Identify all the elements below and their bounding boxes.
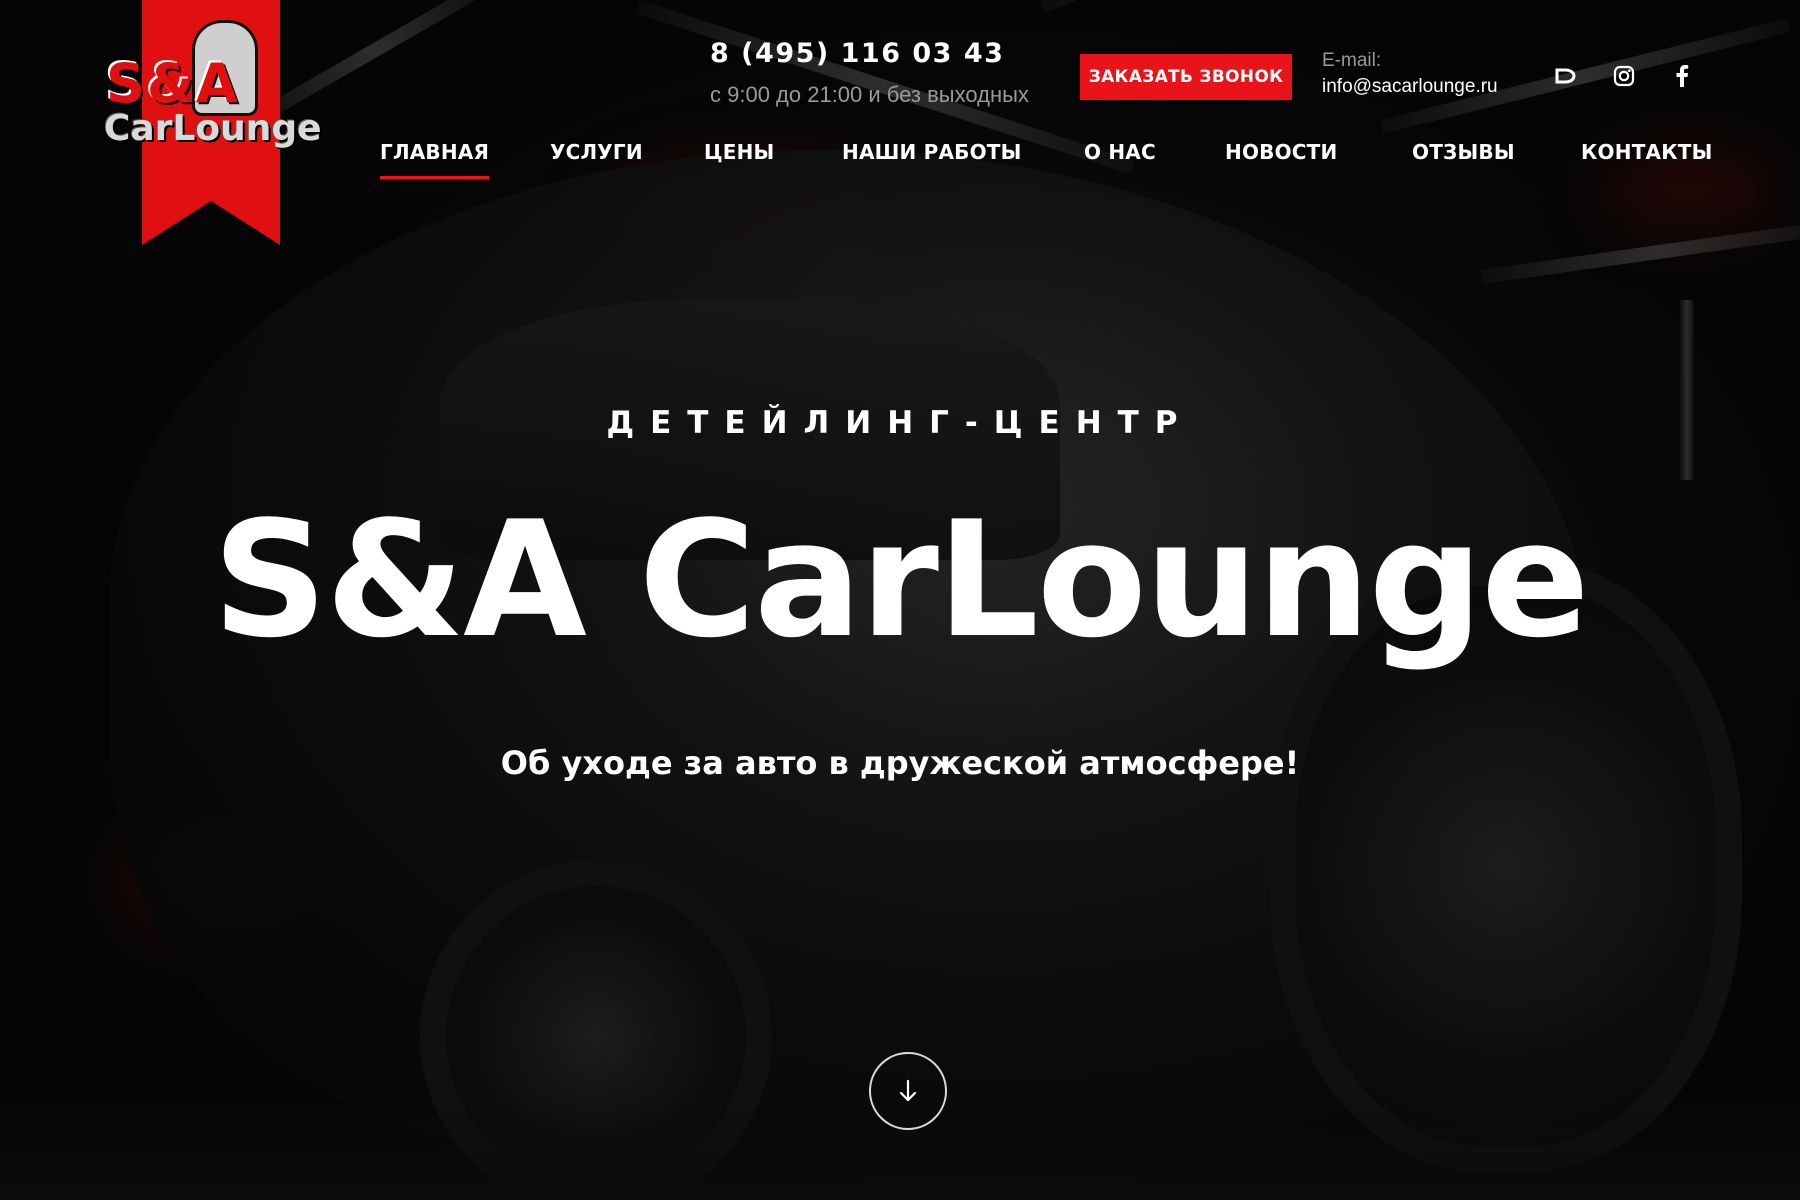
- callback-button[interactable]: ЗАКАЗАТЬ ЗВОНОК: [1080, 54, 1292, 100]
- nav-item-prices[interactable]: ЦЕНЫ: [704, 140, 774, 164]
- instagram-icon[interactable]: [1610, 62, 1638, 90]
- hero-title: S&A CarLounge: [212, 486, 1589, 673]
- nav-item-contacts[interactable]: КОНТАКТЫ: [1581, 140, 1713, 164]
- nav-item-home[interactable]: ГЛАВНАЯ: [380, 140, 490, 179]
- hero-tagline: Об уходе за авто в дружеской атмосфере!: [500, 744, 1300, 782]
- site-logo[interactable]: S&A CarLounge: [100, 0, 322, 245]
- d-icon[interactable]: [1552, 62, 1580, 90]
- nav-item-works[interactable]: НАШИ РАБОТЫ: [842, 140, 1022, 164]
- arrow-down-icon: [899, 1079, 917, 1102]
- phone-link[interactable]: 8 (495) 116 03 43: [710, 38, 1004, 69]
- nav-item-services[interactable]: УСЛУГИ: [550, 140, 643, 164]
- main-nav: ГЛАВНАЯ УСЛУГИ ЦЕНЫ НАШИ РАБОТЫ О НАС НО…: [0, 140, 1800, 184]
- page: S&A CarLounge 8 (495) 116 03 43 с 9:00 д…: [0, 0, 1800, 1200]
- scroll-down-button[interactable]: [869, 1052, 947, 1130]
- email-label: E-mail:: [1322, 50, 1382, 71]
- nav-item-reviews[interactable]: ОТЗЫВЫ: [1412, 140, 1515, 164]
- nav-item-about[interactable]: О НАС: [1084, 140, 1156, 164]
- hero-eyebrow: ДЕТЕЙЛИНГ-ЦЕНТР: [606, 405, 1194, 441]
- logo-text-top: S&A: [106, 52, 240, 115]
- nav-item-news[interactable]: НОВОСТИ: [1225, 140, 1337, 164]
- email-link[interactable]: info@sacarlounge.ru: [1322, 76, 1498, 98]
- facebook-icon[interactable]: [1668, 62, 1696, 90]
- working-hours: с 9:00 до 21:00 и без выходных: [710, 82, 1029, 107]
